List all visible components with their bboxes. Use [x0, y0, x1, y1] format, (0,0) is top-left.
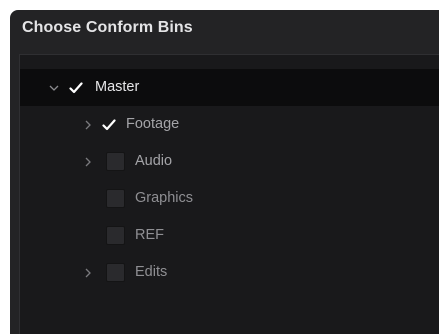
edits-checkbox[interactable]: [106, 263, 125, 282]
choose-conform-bins-dialog: Choose Conform Bins Master Footage Audio…: [10, 10, 439, 334]
graphics-checkbox[interactable]: [106, 189, 125, 208]
bins-tree-panel: Master Footage Audio Graphics REF Edits: [19, 54, 439, 334]
tree-row-footage[interactable]: Footage: [20, 106, 439, 143]
tree-label-graphics: Graphics: [135, 190, 194, 206]
tree-label-footage: Footage: [126, 116, 180, 132]
tree-row-graphics[interactable]: Graphics: [20, 180, 439, 217]
tree-label-edits: Edits: [135, 264, 168, 280]
dialog-title: Choose Conform Bins: [22, 19, 193, 36]
checkmark-icon: [101, 118, 116, 130]
tree-row-edits[interactable]: Edits: [20, 254, 439, 291]
tree-row-ref[interactable]: REF: [20, 217, 439, 254]
master-checkbox[interactable]: [66, 78, 85, 97]
checkmark-icon: [68, 81, 83, 93]
ref-checkbox[interactable]: [106, 226, 125, 245]
tree-row-audio[interactable]: Audio: [20, 143, 439, 180]
tree-label-audio: Audio: [135, 153, 173, 169]
audio-checkbox[interactable]: [106, 152, 125, 171]
chevron-right-icon[interactable]: [81, 143, 95, 180]
footage-checkbox[interactable]: [99, 115, 118, 134]
tree-label-ref: REF: [135, 227, 164, 243]
tree-label-master: Master: [95, 79, 140, 95]
bins-tree: Master Footage Audio Graphics REF Edits: [20, 69, 439, 291]
tree-row-master[interactable]: Master: [20, 69, 439, 106]
chevron-right-icon[interactable]: [81, 106, 95, 143]
chevron-right-icon[interactable]: [81, 254, 95, 291]
chevron-down-icon[interactable]: [47, 69, 61, 106]
